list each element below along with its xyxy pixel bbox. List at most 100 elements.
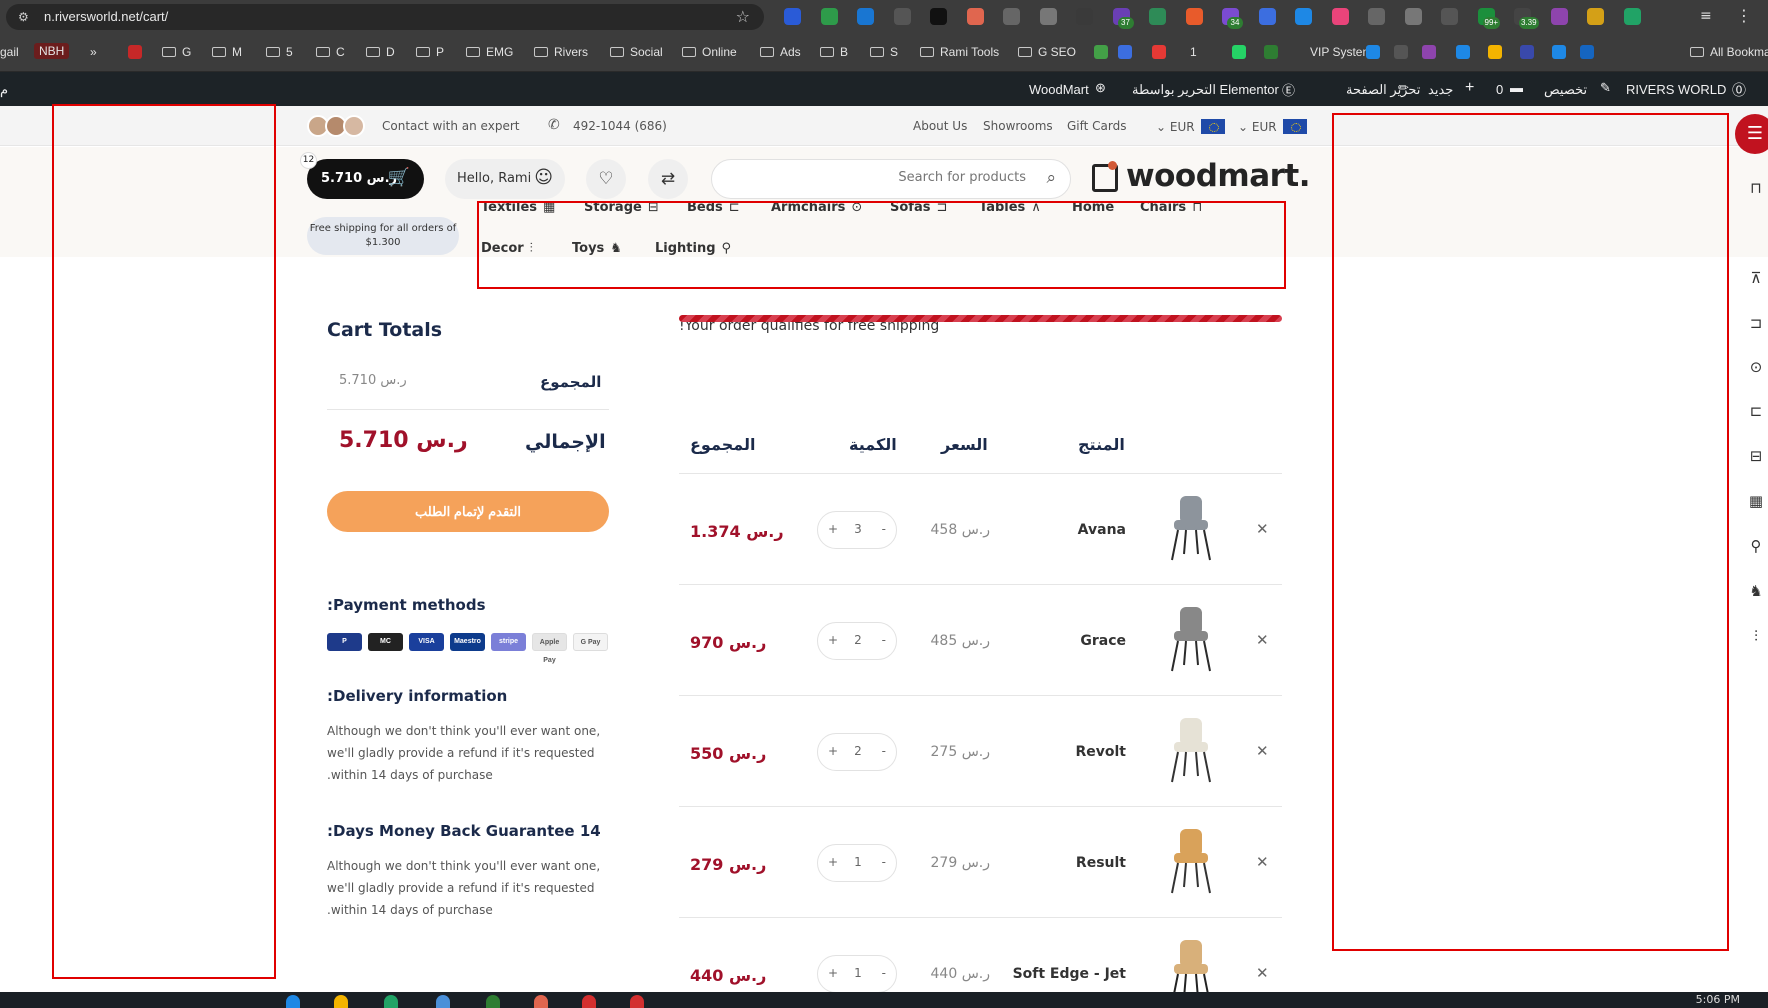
bookmark-item[interactable]: Ads — [760, 45, 801, 59]
product-thumbnail[interactable] — [1160, 603, 1220, 673]
ext-4-icon[interactable] — [893, 8, 911, 25]
bookmark-favicon-icon[interactable] — [1118, 45, 1137, 59]
product-thumbnail[interactable] — [1160, 936, 1220, 992]
bookmark-item[interactable]: 5 — [266, 45, 293, 59]
gift-cards-link[interactable]: Gift Cards — [1067, 119, 1127, 133]
quantity-decrease-button[interactable]: - — [882, 966, 886, 980]
more-icon[interactable]: ⋮ — [1736, 6, 1752, 25]
bookmark-item[interactable]: 1 — [1190, 45, 1197, 59]
product-thumbnail[interactable] — [1160, 714, 1220, 784]
bookmark-item[interactable]: S — [870, 45, 898, 59]
rail-beds-icon[interactable]: ⊏ — [1745, 402, 1767, 420]
reading-list-icon[interactable]: ≡ — [1700, 8, 1712, 24]
bookmark-item[interactable]: Rami Tools — [920, 45, 999, 59]
remove-item-button[interactable]: ✕ — [1256, 742, 1269, 760]
product-thumbnail[interactable] — [1160, 492, 1220, 562]
taskbar-app-icon[interactable] — [486, 995, 500, 1008]
search-input[interactable] — [726, 170, 1026, 185]
bookmark-item[interactable]: P — [416, 45, 444, 59]
ext-11-icon[interactable] — [1149, 8, 1166, 25]
nav-beds[interactable]: Beds ⊏ — [687, 200, 740, 215]
cart-button[interactable]: 12 5.710 ر.س 🛒 — [300, 152, 424, 199]
taskbar-app-icon[interactable] — [582, 995, 596, 1008]
taskbar-app-icon[interactable] — [384, 995, 398, 1008]
remove-item-button[interactable]: ✕ — [1256, 631, 1269, 649]
bookmark-favicon-icon[interactable] — [1152, 45, 1171, 59]
nav-armchairs[interactable]: Armchairs ⊙ — [771, 200, 862, 215]
bookmark-item[interactable]: All Bookmarks — [1690, 45, 1768, 59]
ext-13-icon[interactable]: 34 — [1222, 8, 1243, 29]
ext-14-icon[interactable] — [1258, 8, 1276, 25]
rail-decor-icon[interactable]: ⫶ — [1745, 627, 1767, 645]
bookmark-favicon-icon[interactable] — [1422, 45, 1441, 59]
phone-number[interactable]: 492-1044 (686) — [573, 119, 667, 133]
showrooms-link[interactable]: Showrooms — [983, 119, 1053, 133]
nav-sofas[interactable]: Sofas ⊐ — [890, 200, 947, 215]
bookmark-item[interactable]: G — [162, 45, 191, 59]
bookmark-item[interactable]: C — [316, 45, 345, 59]
hamburger-menu-button[interactable]: ☰ — [1735, 114, 1768, 154]
wordpress-icon[interactable]: ⓪ — [1732, 80, 1746, 100]
taskbar-app-icon[interactable] — [334, 995, 348, 1008]
bookmark-favicon-icon[interactable] — [1488, 45, 1507, 59]
ext-16-icon[interactable] — [1331, 8, 1349, 25]
bookmark-item[interactable]: EMG — [466, 45, 513, 59]
bookmark-favicon-icon[interactable] — [1394, 45, 1413, 59]
quantity-increase-button[interactable]: + — [828, 855, 838, 869]
taskbar-app-icon[interactable] — [630, 995, 644, 1008]
bookmark-favicon-icon[interactable] — [1366, 45, 1385, 59]
rail-sofas-icon[interactable]: ⊐ — [1745, 314, 1767, 332]
ext-10-icon[interactable]: 37 — [1112, 8, 1134, 29]
ext-1-icon[interactable] — [784, 8, 801, 25]
rail-chairs-icon[interactable]: ⊓ — [1745, 179, 1767, 197]
product-name-link[interactable]: Avana — [1006, 522, 1126, 538]
quantity-increase-button[interactable]: + — [828, 633, 838, 647]
search-icon[interactable]: ⌕ — [1046, 168, 1056, 188]
ext-6-icon[interactable] — [966, 8, 984, 25]
admin-site-name[interactable]: RIVERS WORLD — [1626, 82, 1726, 97]
bookmark-favicon-icon[interactable] — [1520, 45, 1539, 59]
nav-toys[interactable]: Toys ♞ — [572, 241, 622, 256]
quantity-decrease-button[interactable]: - — [882, 633, 886, 647]
quantity-increase-button[interactable]: + — [828, 522, 838, 536]
nav-home[interactable]: Home — [1072, 200, 1114, 215]
bookmark-item[interactable]: » — [90, 45, 97, 59]
product-thumbnail[interactable] — [1160, 825, 1220, 895]
admin-woodmart[interactable]: WoodMart — [1029, 82, 1089, 97]
remove-item-button[interactable]: ✕ — [1256, 964, 1269, 982]
ext-15-icon[interactable] — [1295, 8, 1312, 25]
contact-expert-link[interactable]: Contact with an expert — [382, 119, 519, 133]
ext-19-icon[interactable] — [1441, 8, 1458, 25]
quantity-input[interactable]: 1 — [852, 966, 864, 980]
rail-tables-icon[interactable]: ⊼ — [1745, 269, 1767, 287]
compare-button[interactable]: ⇄ — [648, 159, 688, 199]
bookmark-star-icon[interactable]: ☆ — [736, 7, 750, 26]
ext-3-icon[interactable] — [857, 8, 874, 25]
quantity-increase-button[interactable]: + — [828, 744, 838, 758]
quantity-decrease-button[interactable]: - — [882, 522, 886, 536]
account-button[interactable]: Hello, Rami ☺ — [445, 159, 565, 199]
quantity-input[interactable]: 1 — [852, 855, 864, 869]
bookmark-item[interactable]: D — [366, 45, 395, 59]
ext-23-icon[interactable] — [1587, 8, 1604, 25]
remove-item-button[interactable]: ✕ — [1256, 853, 1269, 871]
ext-12-icon[interactable] — [1185, 8, 1203, 25]
product-name-link[interactable]: Grace — [1006, 633, 1126, 649]
ext-18-icon[interactable] — [1404, 8, 1422, 25]
about-us-link[interactable]: About Us — [913, 119, 967, 133]
proceed-to-checkout-button[interactable]: التقدم لإتمام الطلب — [327, 491, 609, 532]
bookmark-item[interactable]: Online — [682, 45, 737, 59]
admin-new[interactable]: جديد — [1428, 82, 1453, 98]
currency-switcher-2[interactable]: ⌄ EUR — [1238, 119, 1307, 134]
taskbar-app-icon[interactable] — [534, 995, 548, 1008]
ext-20-icon[interactable]: 99+ — [1477, 8, 1501, 29]
rail-lighting-icon[interactable]: ⚲ — [1745, 537, 1767, 555]
bookmark-item[interactable]: VIP System — [1310, 45, 1372, 59]
quantity-input[interactable]: 3 — [852, 522, 864, 536]
product-name-link[interactable]: Revolt — [1006, 744, 1126, 760]
bookmark-favicon-icon[interactable] — [1264, 45, 1283, 59]
product-name-link[interactable]: Result — [1006, 855, 1126, 871]
bookmark-favicon-icon[interactable] — [1232, 45, 1251, 59]
quantity-input[interactable]: 2 — [852, 633, 864, 647]
rail-toys-icon[interactable]: ♞ — [1745, 582, 1767, 600]
